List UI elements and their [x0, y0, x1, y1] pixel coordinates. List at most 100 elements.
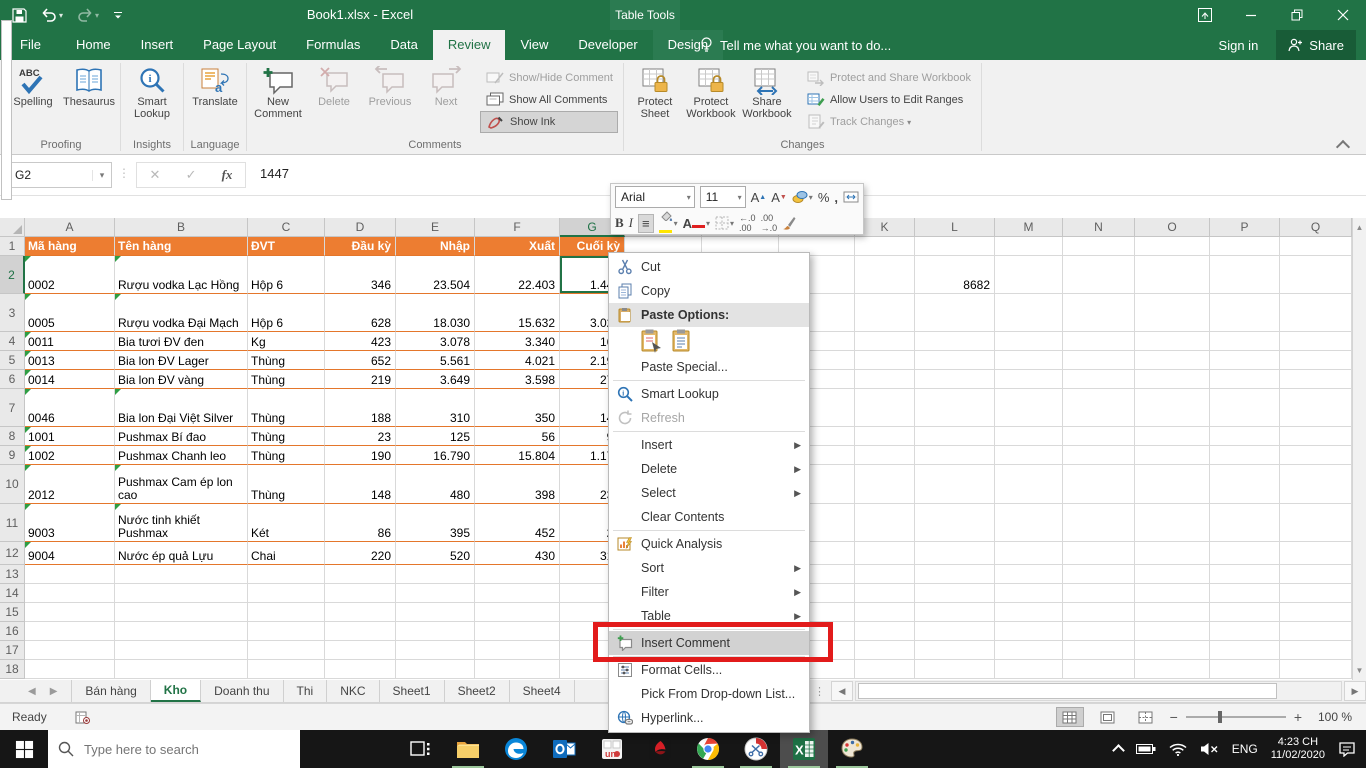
cell-M9[interactable] — [995, 446, 1063, 465]
cell-L18[interactable] — [915, 660, 995, 679]
cell-L4[interactable] — [915, 332, 995, 351]
language-indicator[interactable]: ENG — [1232, 742, 1258, 756]
cell-Q17[interactable] — [1280, 641, 1352, 660]
show-all-comments-button[interactable]: Show All Comments — [480, 89, 618, 111]
zoom-in-button[interactable]: + — [1294, 709, 1302, 725]
cell-C11[interactable]: Két — [248, 504, 325, 542]
cell-F17[interactable] — [475, 641, 560, 660]
cell-K14[interactable] — [855, 584, 915, 603]
action-center-icon[interactable] — [1338, 741, 1356, 757]
hscroll-left-icon[interactable]: ◀ — [831, 681, 853, 701]
redo-button[interactable]: ▾ — [77, 8, 99, 22]
cell-Q2[interactable] — [1280, 256, 1352, 294]
menu-item-format-cells[interactable]: Format Cells... — [609, 658, 809, 682]
cell-D11[interactable]: 86 — [325, 504, 396, 542]
cell-K3[interactable] — [855, 294, 915, 332]
taskbar-icon-paint[interactable] — [828, 730, 876, 768]
cell-N11[interactable] — [1063, 504, 1135, 542]
cell-N15[interactable] — [1063, 603, 1135, 622]
cell-A15[interactable] — [25, 603, 115, 622]
select-all-corner[interactable] — [0, 218, 25, 237]
cell-A5[interactable]: 0013 — [25, 351, 115, 370]
cell-K7[interactable] — [855, 389, 915, 427]
menu-item-clear-contents[interactable]: Clear Contents — [609, 505, 809, 529]
cell-F9[interactable]: 15.804 — [475, 446, 560, 465]
cell-C18[interactable] — [248, 660, 325, 679]
sheet-tab-thi[interactable]: Thi — [283, 680, 328, 702]
cell-A16[interactable] — [25, 622, 115, 641]
row-header-14[interactable]: 14 — [0, 584, 25, 603]
restore-button[interactable] — [1274, 0, 1320, 30]
cell-M10[interactable] — [995, 465, 1063, 504]
tray-show-hidden-icons[interactable] — [1111, 743, 1125, 757]
row-header-13[interactable]: 13 — [0, 565, 25, 584]
translate-button[interactable]: a Translate — [187, 62, 243, 139]
cell-L17[interactable] — [915, 641, 995, 660]
cell-F7[interactable]: 350 — [475, 389, 560, 427]
cell-C17[interactable] — [248, 641, 325, 660]
cell-C5[interactable]: Thùng — [248, 351, 325, 370]
collapse-ribbon-button[interactable] — [1335, 139, 1352, 155]
column-header-F[interactable]: F — [475, 218, 560, 237]
cell-L16[interactable] — [915, 622, 995, 641]
cell-K12[interactable] — [855, 542, 915, 565]
undo-button[interactable]: ▾ — [41, 8, 63, 22]
cell-A6[interactable]: 0014 — [25, 370, 115, 389]
cell-M1[interactable] — [995, 237, 1063, 256]
column-header-C[interactable]: C — [248, 218, 325, 237]
cell-D4[interactable]: 423 — [325, 332, 396, 351]
cell-A11[interactable]: 9003 — [25, 504, 115, 542]
cell-D10[interactable]: 148 — [325, 465, 396, 504]
cell-Q18[interactable] — [1280, 660, 1352, 679]
cell-B10[interactable]: Pushmax Cam ép lon cao — [115, 465, 248, 504]
column-header-A[interactable]: A — [25, 218, 115, 237]
wifi-icon[interactable] — [1169, 742, 1187, 756]
column-header-L[interactable]: L — [915, 218, 995, 237]
enter-entry-button[interactable]: ✓ — [186, 167, 197, 183]
cell-L5[interactable] — [915, 351, 995, 370]
protect-sheet-button[interactable]: Protect Sheet — [627, 62, 683, 139]
row-header-16[interactable]: 16 — [0, 622, 25, 641]
column-header-Q[interactable]: Q — [1280, 218, 1352, 237]
cell-O2[interactable] — [1135, 256, 1210, 294]
cell-Q8[interactable] — [1280, 427, 1352, 446]
row-header-12[interactable]: 12 — [0, 542, 25, 565]
cell-E17[interactable] — [396, 641, 475, 660]
cell-P1[interactable] — [1210, 237, 1280, 256]
cell-F18[interactable] — [475, 660, 560, 679]
column-header-P[interactable]: P — [1210, 218, 1280, 237]
cell-Q1[interactable] — [1280, 237, 1352, 256]
taskbar-search[interactable] — [48, 730, 300, 768]
cell-F13[interactable] — [475, 565, 560, 584]
column-header-O[interactable]: O — [1135, 218, 1210, 237]
column-header-K[interactable]: K — [855, 218, 915, 237]
cell-D12[interactable]: 220 — [325, 542, 396, 565]
cell-P15[interactable] — [1210, 603, 1280, 622]
cell-M18[interactable] — [995, 660, 1063, 679]
cell-Q3[interactable] — [1280, 294, 1352, 332]
cell-E5[interactable]: 5.561 — [396, 351, 475, 370]
cell-L9[interactable] — [915, 446, 995, 465]
cell-E13[interactable] — [396, 565, 475, 584]
allow-users-to-edit-ranges-button[interactable]: Allow Users to Edit Ranges — [801, 89, 976, 111]
taskbar-icon-unikey[interactable]: un — [588, 730, 636, 768]
cell-E10[interactable]: 480 — [396, 465, 475, 504]
cell-E7[interactable]: 310 — [396, 389, 475, 427]
cell-K17[interactable] — [855, 641, 915, 660]
normal-view-button[interactable] — [1055, 707, 1084, 727]
cell-C2[interactable]: Hộp 6 — [248, 256, 325, 294]
cell-E14[interactable] — [396, 584, 475, 603]
share-workbook-button[interactable]: Share Workbook — [739, 62, 795, 139]
cell-L10[interactable] — [915, 465, 995, 504]
tab-formulas[interactable]: Formulas — [291, 30, 375, 60]
row-header-5[interactable]: 5 — [0, 351, 25, 370]
cell-A1[interactable]: Mã hàng — [25, 237, 115, 256]
cell-N7[interactable] — [1063, 389, 1135, 427]
cell-P9[interactable] — [1210, 446, 1280, 465]
taskbar-icon-file-explorer[interactable] — [444, 730, 492, 768]
minimize-button[interactable] — [1228, 0, 1274, 30]
cell-E15[interactable] — [396, 603, 475, 622]
cell-Q12[interactable] — [1280, 542, 1352, 565]
cell-A7[interactable]: 0046 — [25, 389, 115, 427]
cell-D1[interactable]: Đầu kỳ — [325, 237, 396, 256]
